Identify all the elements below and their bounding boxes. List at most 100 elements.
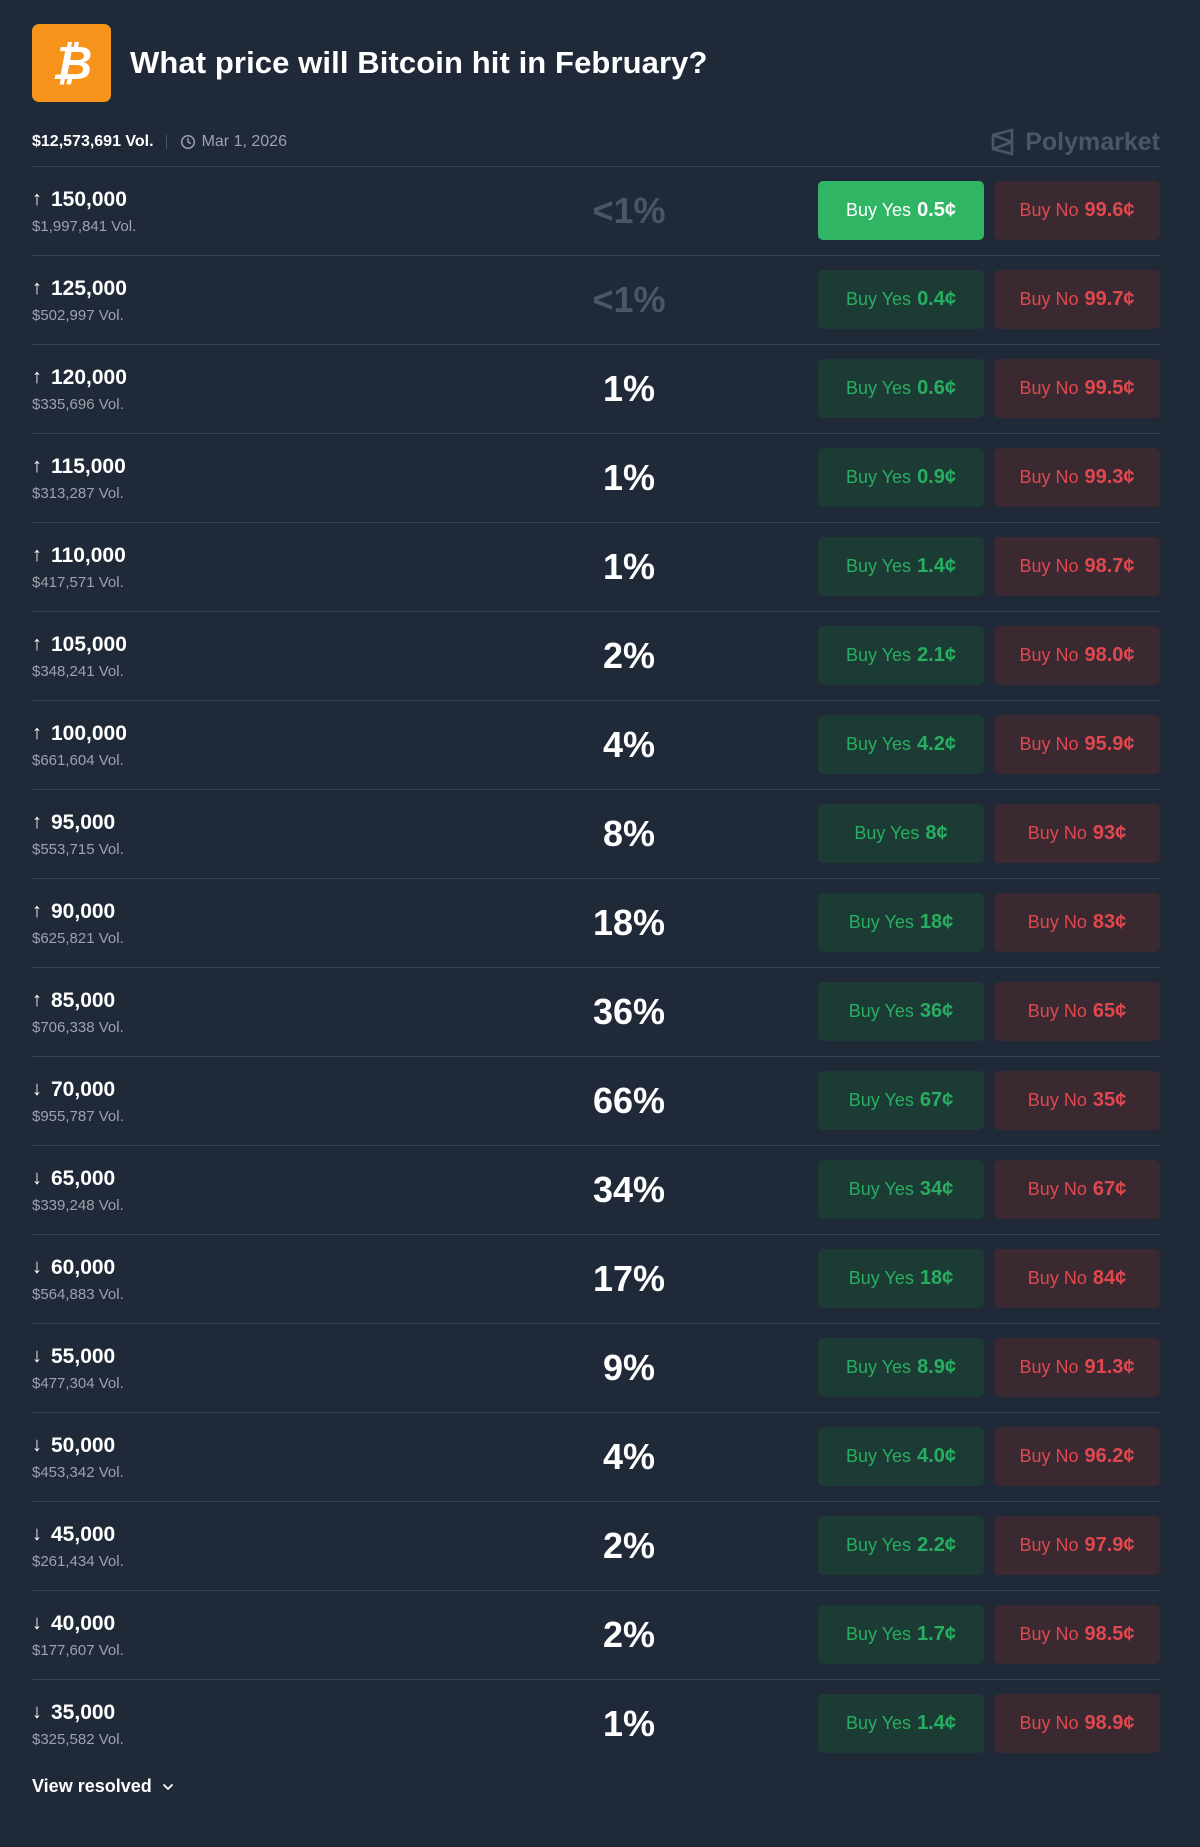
- outcome-row[interactable]: ↑ 120,000 $335,696 Vol. 1% Buy Yes 0.6¢ …: [32, 344, 1160, 433]
- outcome-info: ↑ 110,000 $417,571 Vol.: [32, 544, 332, 591]
- outcome-price-target: 65,000: [51, 1166, 116, 1190]
- outcome-info: ↓ 35,000 $325,582 Vol.: [32, 1701, 332, 1748]
- buy-no-button[interactable]: Buy No 83¢: [994, 893, 1160, 952]
- outcome-price-target: 45,000: [51, 1522, 116, 1546]
- outcome-row[interactable]: ↓ 35,000 $325,582 Vol. 1% Buy Yes 1.4¢ B…: [32, 1679, 1160, 1768]
- buy-yes-button[interactable]: Buy Yes 4.2¢: [818, 715, 984, 774]
- outcome-label: ↑ 100,000: [32, 722, 332, 746]
- outcome-price-target: 85,000: [51, 988, 116, 1012]
- buy-no-price: 99.7¢: [1084, 288, 1135, 310]
- outcome-row[interactable]: ↑ 100,000 $661,604 Vol. 4% Buy Yes 4.2¢ …: [32, 700, 1160, 789]
- outcome-row[interactable]: ↑ 105,000 $348,241 Vol. 2% Buy Yes 2.1¢ …: [32, 611, 1160, 700]
- view-resolved-button[interactable]: View resolved: [32, 1776, 175, 1797]
- outcome-volume: $348,241 Vol.: [32, 662, 124, 680]
- market-header: ₿ What price will Bitcoin hit in Februar…: [32, 24, 1160, 102]
- buy-yes-button[interactable]: Buy Yes 1.7¢: [818, 1605, 984, 1664]
- outcome-row[interactable]: ↓ 50,000 $453,342 Vol. 4% Buy Yes 4.0¢ B…: [32, 1412, 1160, 1501]
- buy-yes-button[interactable]: Buy Yes 67¢: [818, 1071, 984, 1130]
- brand-name: Polymarket: [1025, 127, 1160, 156]
- buy-no-button[interactable]: Buy No 98.5¢: [994, 1605, 1160, 1664]
- buy-no-button[interactable]: Buy No 99.5¢: [994, 359, 1160, 418]
- buy-no-button[interactable]: Buy No 97.9¢: [994, 1516, 1160, 1575]
- buy-yes-button[interactable]: Buy Yes 34¢: [818, 1160, 984, 1219]
- buy-yes-button[interactable]: Buy Yes 4.0¢: [818, 1427, 984, 1486]
- buy-yes-button[interactable]: Buy Yes 0.4¢: [818, 270, 984, 329]
- outcome-price-target: 150,000: [51, 187, 127, 211]
- buy-yes-button[interactable]: Buy Yes 2.2¢: [818, 1516, 984, 1575]
- outcome-label: ↓ 60,000: [32, 1256, 332, 1280]
- buy-yes-button[interactable]: Buy Yes 8.9¢: [818, 1338, 984, 1397]
- buy-yes-button[interactable]: Buy Yes 8¢: [818, 804, 984, 863]
- outcome-list: ↑ 150,000 $1,997,841 Vol. <1% Buy Yes 0.…: [32, 166, 1160, 1768]
- buy-no-price: 96.2¢: [1084, 1445, 1135, 1467]
- buy-no-button[interactable]: Buy No 35¢: [994, 1071, 1160, 1130]
- buy-yes-button[interactable]: Buy Yes 18¢: [818, 1249, 984, 1308]
- buy-no-button[interactable]: Buy No 98.0¢: [994, 626, 1160, 685]
- buy-no-label: Buy No: [1019, 1535, 1079, 1555]
- buy-yes-button[interactable]: Buy Yes 18¢: [818, 893, 984, 952]
- buy-yes-button[interactable]: Buy Yes 0.5¢: [818, 181, 984, 240]
- buy-no-label: Buy No: [1019, 734, 1079, 754]
- buy-no-label: Buy No: [1019, 1624, 1079, 1644]
- buy-no-button[interactable]: Buy No 99.3¢: [994, 448, 1160, 507]
- buy-no-button[interactable]: Buy No 96.2¢: [994, 1427, 1160, 1486]
- buy-yes-button[interactable]: Buy Yes 1.4¢: [818, 537, 984, 596]
- outcome-row[interactable]: ↓ 65,000 $339,248 Vol. 34% Buy Yes 34¢ B…: [32, 1145, 1160, 1234]
- outcome-volume: $502,997 Vol.: [32, 306, 124, 324]
- buy-yes-label: Buy Yes: [846, 1535, 912, 1555]
- buy-yes-label: Buy Yes: [846, 378, 912, 398]
- polymarket-brand[interactable]: Polymarket: [990, 128, 1160, 157]
- buy-yes-price: 18¢: [919, 1267, 954, 1289]
- buy-no-button[interactable]: Buy No 67¢: [994, 1160, 1160, 1219]
- buy-no-price: 95.9¢: [1084, 733, 1135, 755]
- outcome-row[interactable]: ↓ 55,000 $477,304 Vol. 9% Buy Yes 8.9¢ B…: [32, 1323, 1160, 1412]
- outcome-chance: 4%: [602, 1436, 656, 1477]
- buy-no-button[interactable]: Buy No 65¢: [994, 982, 1160, 1041]
- outcome-volume: $177,607 Vol.: [32, 1641, 124, 1659]
- buy-no-button[interactable]: Buy No 99.7¢: [994, 270, 1160, 329]
- outcome-info: ↑ 90,000 $625,821 Vol.: [32, 900, 332, 947]
- buy-yes-label: Buy Yes: [848, 912, 914, 932]
- outcome-volume: $553,715 Vol.: [32, 840, 124, 858]
- buy-yes-button[interactable]: Buy Yes 0.9¢: [818, 448, 984, 507]
- outcome-row[interactable]: ↑ 150,000 $1,997,841 Vol. <1% Buy Yes 0.…: [32, 166, 1160, 255]
- buy-no-label: Buy No: [1019, 556, 1079, 576]
- outcome-row[interactable]: ↓ 70,000 $955,787 Vol. 66% Buy Yes 67¢ B…: [32, 1056, 1160, 1145]
- outcome-row[interactable]: ↓ 45,000 $261,434 Vol. 2% Buy Yes 2.2¢ B…: [32, 1501, 1160, 1590]
- outcome-row[interactable]: ↑ 95,000 $553,715 Vol. 8% Buy Yes 8¢ Buy…: [32, 789, 1160, 878]
- buy-no-label: Buy No: [1027, 1001, 1087, 1021]
- outcome-row[interactable]: ↑ 110,000 $417,571 Vol. 1% Buy Yes 1.4¢ …: [32, 522, 1160, 611]
- buy-no-button[interactable]: Buy No 93¢: [994, 804, 1160, 863]
- outcome-price-target: 35,000: [51, 1700, 116, 1724]
- buy-no-button[interactable]: Buy No 84¢: [994, 1249, 1160, 1308]
- buy-no-button[interactable]: Buy No 98.9¢: [994, 1694, 1160, 1753]
- outcome-row[interactable]: ↓ 40,000 $177,607 Vol. 2% Buy Yes 1.7¢ B…: [32, 1590, 1160, 1679]
- buy-yes-button[interactable]: Buy Yes 36¢: [818, 982, 984, 1041]
- outcome-chance: 2%: [602, 1614, 656, 1655]
- outcome-row[interactable]: ↓ 60,000 $564,883 Vol. 17% Buy Yes 18¢ B…: [32, 1234, 1160, 1323]
- buy-no-button[interactable]: Buy No 91.3¢: [994, 1338, 1160, 1397]
- outcome-row[interactable]: ↑ 90,000 $625,821 Vol. 18% Buy Yes 18¢ B…: [32, 878, 1160, 967]
- buy-yes-label: Buy Yes: [846, 200, 912, 220]
- arrow-down-icon: ↓: [32, 1434, 42, 1456]
- outcome-info: ↑ 115,000 $313,287 Vol.: [32, 455, 332, 502]
- buy-yes-button[interactable]: Buy Yes 0.6¢: [818, 359, 984, 418]
- buy-no-button[interactable]: Buy No 99.6¢: [994, 181, 1160, 240]
- outcome-row[interactable]: ↑ 125,000 $502,997 Vol. <1% Buy Yes 0.4¢…: [32, 255, 1160, 344]
- buy-no-button[interactable]: Buy No 95.9¢: [994, 715, 1160, 774]
- buy-no-price: 35¢: [1092, 1089, 1127, 1111]
- buy-yes-price: 36¢: [919, 1000, 954, 1022]
- buy-no-price: 91.3¢: [1084, 1356, 1135, 1378]
- buy-yes-label: Buy Yes: [854, 823, 920, 843]
- buy-yes-button[interactable]: Buy Yes 2.1¢: [818, 626, 984, 685]
- outcome-info: ↓ 40,000 $177,607 Vol.: [32, 1612, 332, 1659]
- outcome-row[interactable]: ↑ 85,000 $706,338 Vol. 36% Buy Yes 36¢ B…: [32, 967, 1160, 1056]
- buy-yes-price: 2.2¢: [917, 1534, 956, 1556]
- outcome-price-target: 115,000: [51, 454, 126, 478]
- buy-no-button[interactable]: Buy No 98.7¢: [994, 537, 1160, 596]
- arrow-down-icon: ↓: [32, 1523, 42, 1545]
- buy-yes-button[interactable]: Buy Yes 1.4¢: [818, 1694, 984, 1753]
- outcome-price-target: 95,000: [51, 810, 116, 834]
- buy-yes-price: 4.0¢: [917, 1445, 956, 1467]
- outcome-row[interactable]: ↑ 115,000 $313,287 Vol. 1% Buy Yes 0.9¢ …: [32, 433, 1160, 522]
